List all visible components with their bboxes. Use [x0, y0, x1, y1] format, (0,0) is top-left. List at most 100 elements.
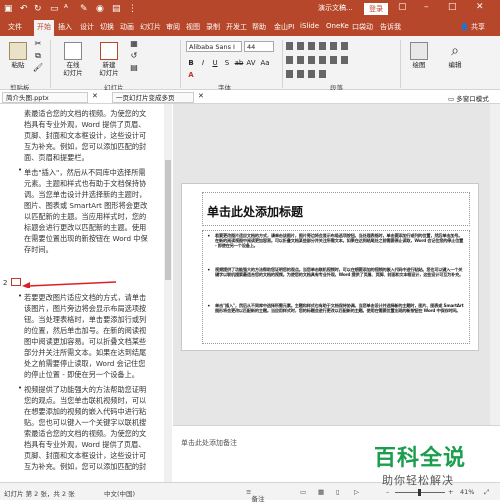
clipboard-icon [9, 42, 27, 60]
italic-button[interactable]: I [198, 58, 208, 68]
font-color-button[interactable]: A [186, 70, 196, 80]
new-slide-label-2: 幻灯片 [99, 69, 119, 77]
tab-islide[interactable]: iSlide [300, 22, 319, 30]
new-slide-icon [100, 42, 118, 60]
tab-record[interactable]: 录制 [206, 22, 220, 32]
document-tab-2[interactable]: 一页幻灯片变成多页 [112, 92, 194, 103]
tab-review[interactable]: 审阅 [166, 22, 180, 32]
close-tab-icon[interactable]: ✕ [198, 92, 204, 100]
tab-tell-me[interactable]: 告诉我 [380, 22, 401, 32]
paste-button[interactable]: 粘贴 [6, 42, 30, 69]
align-buttons[interactable] [286, 56, 348, 64]
title-placeholder[interactable]: 单击此处添加标题 [202, 192, 470, 226]
outline-line: 图片、图表或 SmartArt 图形将会更改 [24, 201, 148, 210]
editing-button[interactable]: ⌕ 编辑 [440, 42, 470, 69]
tab-transitions[interactable]: 切换 [100, 22, 114, 32]
new-slide-button[interactable]: 新建 幻灯片 [94, 42, 124, 77]
watermark: 百科全说 助你轻松解决 [360, 440, 500, 500]
outline-line: 元素。主题和样式也有助于文档保持协 [24, 179, 147, 188]
close-tab-icon[interactable]: ✕ [92, 92, 98, 100]
document-tab-1[interactable]: 简介头图.pptx [2, 92, 88, 103]
content-placeholder[interactable]: • 若要更改图片适应文档的方式，请单击该图片，图片旁边将会显示布局选项按钮。当处… [202, 230, 470, 344]
outline-line: 档具有专业外观，Word 提供了页眉、 [24, 120, 146, 129]
drawing-button[interactable]: 绘图 [404, 42, 434, 69]
divider [400, 40, 401, 88]
slideshow-icon[interactable]: ▷ [354, 488, 359, 496]
bold-button[interactable]: B [186, 58, 196, 68]
tab-help[interactable]: 帮助 [252, 22, 266, 32]
underline-button[interactable]: U [210, 58, 220, 68]
tab-file[interactable]: 文件 [8, 22, 22, 32]
ribbon-display-icon[interactable]: ▢ [398, 2, 407, 12]
outline-text-bottom[interactable]: 若要更改图片适应文档的方式，请单击 该图片，图片旁边将会显示布局选项按 钮。当处… [24, 292, 164, 472]
slide-icon[interactable] [11, 278, 21, 286]
tab-design[interactable]: 设计 [80, 22, 94, 32]
copy-icon[interactable]: ⧉ [32, 52, 44, 60]
share-button[interactable]: 👤 共享 [460, 22, 485, 32]
notes-toggle[interactable]: ≡ 备注 [246, 488, 264, 503]
tab-slideshow[interactable]: 幻灯片 [140, 22, 161, 32]
redo-icon[interactable]: ↻ [34, 3, 42, 15]
slide-canvas[interactable]: 单击此处添加标题 • 若要更改图片适应文档的方式，请单击该图片，图片旁边将会显示… [181, 183, 479, 351]
list-buttons[interactable] [286, 42, 348, 50]
divider [50, 40, 51, 88]
login-button[interactable]: 登录 [364, 3, 388, 15]
bullet-dot: • [18, 384, 23, 392]
tab-view[interactable]: 视图 [186, 22, 200, 32]
section-icon[interactable]: ▤ [128, 64, 140, 72]
save-icon[interactable]: ▣ [4, 3, 13, 15]
tab-insert[interactable]: 插入 [58, 22, 72, 32]
multi-window-toggle[interactable]: ▭ 多窗口模式 [448, 93, 489, 103]
language-status[interactable]: 中文(中国) [104, 488, 135, 498]
share-label: 共享 [470, 23, 485, 31]
layout-icon[interactable]: ▦ [128, 40, 140, 48]
reading-view-icon[interactable]: ▯ [336, 488, 340, 496]
bullet-dot: • [207, 233, 211, 240]
cut-icon[interactable]: ✂ [32, 40, 44, 48]
outline-line: 若要更改图片适应文档的方式，请单击 [24, 293, 147, 302]
font-size-select[interactable]: 44 [244, 41, 274, 52]
close-icon[interactable]: ✕ [476, 2, 484, 12]
online-slides-label-2: 幻灯片 [63, 69, 83, 77]
watermark-subtitle: 助你轻松解决 [382, 474, 454, 487]
outline-text-top[interactable]: 素最适合您的文档的视频。为使您的文 档具有专业外观，Word 提供了页眉、 页脚… [24, 108, 164, 255]
editing-label: 编辑 [448, 61, 462, 69]
slide-sorter-icon[interactable]: ▦ [318, 488, 324, 496]
record-icon[interactable]: ◉ [96, 3, 104, 15]
font-name-select[interactable]: Alibaba Sans I [186, 41, 242, 52]
undo-icon[interactable]: ↶ [20, 3, 28, 15]
strikethrough-button[interactable]: ab [234, 58, 244, 68]
shadow-button[interactable]: S [222, 58, 232, 68]
tab-developer[interactable]: 开发工 [226, 22, 247, 32]
direction-buttons[interactable] [286, 70, 326, 78]
minimize-icon[interactable]: – [424, 2, 429, 12]
customize-qa-icon[interactable]: ⋮ [128, 3, 137, 15]
online-slides-button[interactable]: 在线 幻灯片 [58, 42, 88, 77]
ribbon-tabs: 文件 开始 插入 设计 切换 动画 幻灯片 审阅 视图 录制 开发工 帮助 金山… [0, 18, 500, 36]
outline-line: 索最适合您的文档的视频。为使您的文 [24, 429, 147, 438]
maximize-icon[interactable]: □ [448, 2, 457, 12]
new-slide-label-1: 新建 [102, 61, 116, 69]
format-painter-icon[interactable]: ✎ [80, 3, 88, 15]
image-icon[interactable]: ▤ [112, 3, 121, 15]
normal-view-icon[interactable]: ▭ [300, 488, 306, 496]
present-icon[interactable]: ▭ [50, 3, 59, 15]
abc-icon[interactable]: ᴬ [64, 3, 68, 15]
outline-pane[interactable]: 素最适合您的文档的视频。为使您的文 档具有专业外观，Word 提供了页眉、 页脚… [0, 104, 172, 482]
outline-line: 视频提供了功能强大的方法帮助您证明 [24, 385, 147, 394]
editor-scrollbar[interactable] [490, 104, 500, 425]
slide-bullet-text: 若要更改图片适应文档的方式，请单击该图片，图片旁边将会显示布局选项按钮。当处理表… [215, 233, 464, 248]
change-case-button[interactable]: Aa [260, 58, 270, 68]
tab-animations[interactable]: 动画 [120, 22, 134, 32]
tab-home[interactable]: 开始 [34, 20, 54, 36]
reset-icon[interactable]: ↺ [128, 52, 140, 60]
outline-line: 互为补充。例如，您可以添加匹配的封 [24, 142, 147, 151]
paste-label: 粘贴 [11, 61, 25, 69]
outline-line: 处之前需要停止读取，Word 会记住您 [24, 359, 146, 368]
format-painter-icon[interactable]: 🖌 [32, 64, 44, 72]
spacing-button[interactable]: AV [246, 58, 256, 68]
tab-jinshan[interactable]: 金山PI [274, 22, 294, 32]
tab-onekey[interactable]: OneKe [326, 22, 349, 30]
tab-pocket[interactable]: 口袋动 [352, 22, 373, 32]
outline-scroll-thumb[interactable] [165, 160, 171, 280]
